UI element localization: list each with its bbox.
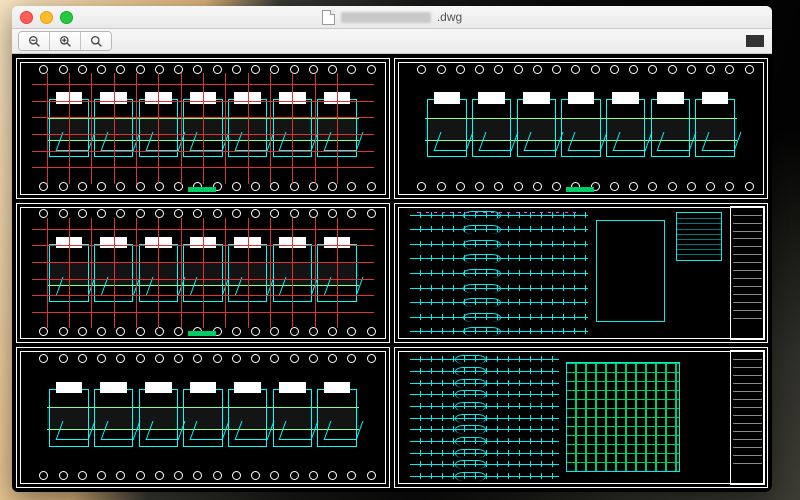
riser-diagram — [410, 215, 589, 331]
drawing-title-tag — [188, 331, 216, 336]
riser-diagram — [410, 359, 559, 475]
column-grid-top — [417, 65, 744, 75]
drawing-canvas[interactable] — [12, 54, 772, 492]
zoom-fit-button[interactable] — [80, 32, 111, 50]
equipment-array — [566, 362, 680, 472]
title-block — [730, 350, 765, 485]
sheet-6[interactable] — [394, 347, 768, 488]
sheet-4[interactable] — [394, 203, 768, 344]
column-grid-top — [39, 354, 366, 364]
zoom-out-button[interactable] — [19, 32, 49, 50]
minimize-button[interactable] — [40, 11, 53, 24]
file-extension: .dwg — [437, 10, 462, 24]
schedule-table — [676, 212, 723, 261]
sheet-1[interactable] — [16, 58, 390, 199]
toolbar — [12, 29, 772, 54]
plan-geometry — [47, 382, 360, 454]
riser-column-2 — [596, 220, 665, 322]
sheet-3[interactable] — [16, 203, 390, 344]
fullscreen-button[interactable] — [60, 11, 73, 24]
titlebar[interactable]: .dwg — [12, 6, 772, 29]
title-block — [730, 206, 765, 341]
document-icon — [322, 10, 335, 25]
plan-geometry — [425, 92, 738, 164]
sheet-5[interactable] — [16, 347, 390, 488]
filename-redacted — [341, 12, 431, 23]
window-controls — [20, 11, 73, 24]
viewer-window: .dwg — [12, 6, 772, 492]
zoom-in-button[interactable] — [49, 32, 80, 50]
zoom-out-icon — [28, 35, 41, 48]
zoom-fit-icon — [90, 35, 103, 48]
column-grid-bottom — [39, 471, 366, 481]
zoom-segmented-control — [18, 31, 112, 51]
drawing-title-tag — [188, 187, 216, 192]
sheet-2[interactable] — [394, 58, 768, 199]
toolbar-right-indicator — [746, 35, 764, 47]
drawing-title-tag — [566, 187, 594, 192]
zoom-in-icon — [59, 35, 72, 48]
close-button[interactable] — [20, 11, 33, 24]
window-title: .dwg — [12, 10, 772, 25]
